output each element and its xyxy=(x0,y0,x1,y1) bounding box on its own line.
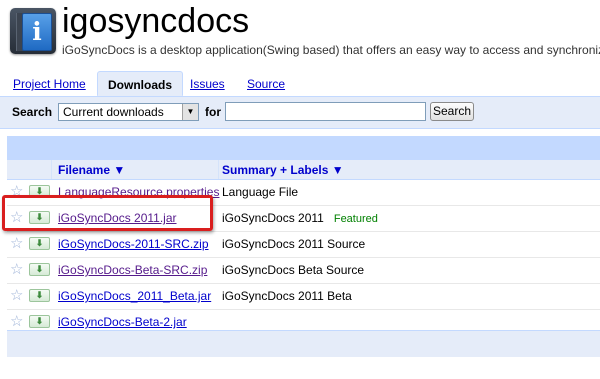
download-arrow-icon[interactable]: ⬇ xyxy=(29,289,50,302)
results-bar xyxy=(7,136,600,160)
chevron-down-icon[interactable]: ▼ xyxy=(182,104,198,120)
project-header: i igosyncdocs iGoSyncDocs is a desktop a… xyxy=(0,0,600,66)
search-scope-value: Current downloads xyxy=(63,105,164,119)
summary-cell: iGoSyncDocs 2011 Featured xyxy=(222,211,378,225)
featured-label[interactable]: Featured xyxy=(334,213,378,225)
info-i-icon: i xyxy=(32,17,42,46)
summary-cell: iGoSyncDocs 2011 Source xyxy=(222,237,365,251)
summary-cell: Language File xyxy=(222,185,298,199)
tab-project-home[interactable]: Project Home xyxy=(13,77,86,91)
project-name[interactable]: igosyncdocs xyxy=(62,2,249,41)
column-header-filename[interactable]: Filename ▼ xyxy=(58,163,125,177)
column-header-summary[interactable]: Summary + Labels ▼ xyxy=(222,163,344,177)
summary-text: iGoSyncDocs 2011 xyxy=(222,211,324,225)
summary-text: iGoSyncDocs Beta Source xyxy=(222,263,365,277)
star-icon[interactable]: ☆ xyxy=(10,314,23,329)
tab-issues[interactable]: Issues xyxy=(190,77,225,91)
tab-downloads[interactable]: Downloads xyxy=(97,71,184,96)
tab-source[interactable]: Source xyxy=(247,77,285,91)
summary-cell: iGoSyncDocs 2011 Beta xyxy=(222,289,352,303)
download-arrow-icon[interactable]: ⬇ xyxy=(29,315,50,328)
search-input[interactable] xyxy=(225,102,426,121)
filename-link[interactable]: iGoSyncDocs-2011-SRC.zip xyxy=(58,237,209,251)
star-icon[interactable]: ☆ xyxy=(10,236,23,251)
downloads-table: Filename ▼ Summary + Labels ▼ ☆ ⬇ Langua… xyxy=(7,160,600,336)
for-label: for xyxy=(205,105,221,119)
star-icon[interactable]: ☆ xyxy=(10,262,23,277)
logo-page: i xyxy=(22,13,52,51)
project-logo-icon[interactable]: i xyxy=(10,8,56,54)
table-row: ☆ ⬇ iGoSyncDocs-2011-SRC.zip iGoSyncDocs… xyxy=(7,232,600,258)
table-header: Filename ▼ Summary + Labels ▼ xyxy=(7,160,600,180)
star-icon[interactable]: ☆ xyxy=(10,288,23,303)
download-arrow-icon[interactable]: ⬇ xyxy=(29,263,50,276)
filename-link[interactable]: iGoSyncDocs-Beta-SRC.zip xyxy=(58,263,207,277)
download-arrow-icon[interactable]: ⬇ xyxy=(29,237,50,250)
column-divider xyxy=(51,160,52,179)
summary-cell: iGoSyncDocs Beta Source xyxy=(222,263,364,277)
summary-text: iGoSyncDocs 2011 Source xyxy=(222,237,366,251)
column-divider xyxy=(218,160,219,179)
project-summary: iGoSyncDocs is a desktop application(Swi… xyxy=(62,43,600,57)
search-button[interactable]: Search xyxy=(430,102,474,121)
filename-link[interactable]: iGoSyncDocs-Beta-2.jar xyxy=(58,315,187,329)
search-bar: Search Current downloads ▼ for Search xyxy=(0,97,600,129)
summary-text: iGoSyncDocs 2011 Beta xyxy=(222,289,352,303)
table-row: ☆ ⬇ iGoSyncDocs_2011_Beta.jar iGoSyncDoc… xyxy=(7,284,600,310)
table-footer xyxy=(7,330,600,357)
table-row: ☆ ⬇ iGoSyncDocs-Beta-SRC.zip iGoSyncDocs… xyxy=(7,258,600,284)
search-scope-select[interactable]: Current downloads ▼ xyxy=(58,103,199,121)
search-label: Search xyxy=(12,105,53,119)
filename-link[interactable]: iGoSyncDocs_2011_Beta.jar xyxy=(58,289,211,303)
annotation-highlight-box xyxy=(2,195,213,231)
summary-text: Language File xyxy=(222,185,299,199)
project-tabs: Project Home Downloads Issues Source xyxy=(0,71,600,97)
